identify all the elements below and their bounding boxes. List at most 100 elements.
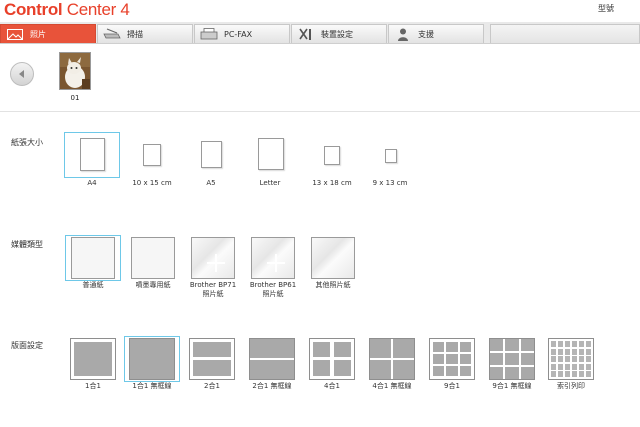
layout-cell [551,356,557,362]
app-logo: Control Center 4 [4,0,130,19]
paper-shape [201,141,222,168]
person-icon [392,27,414,41]
scanner-icon [101,27,123,41]
paper-shape [80,138,105,171]
layout-shape [70,338,116,380]
layout-cell [557,348,564,355]
paper-size-a4[interactable]: A4 [64,132,120,187]
layout-4in1-borderless[interactable]: 4合1 無框線 [364,336,420,390]
layout-cell [446,366,458,376]
layout-cell [74,342,112,376]
media-plain-paper[interactable]: 普通紙 [65,235,121,289]
media-shape [71,237,115,279]
arrow-left-icon [19,70,24,78]
paper-size-a5[interactable]: A5 [183,132,239,187]
layout-cell [578,363,585,370]
media-inkjet-paper[interactable]: 噴墨專用紙 [125,235,181,289]
layout-cell [459,342,471,352]
media-shape [131,237,175,279]
tab-photo[interactable]: 照片 [0,24,96,43]
layout-cell [446,342,458,352]
media-shape [311,237,355,279]
tab-label: 照片 [30,29,46,39]
photo-icon [4,27,26,41]
photo-label: 01 [70,94,80,102]
layout-cell [557,371,564,377]
layout-shape [548,338,594,380]
tools-icon [295,27,317,41]
layout-cell [459,366,471,376]
paper-size-10x15[interactable]: 10 x 15 cm [124,132,180,187]
layout-cell [551,341,557,347]
option-label: 其他照片紙 [315,281,351,289]
layout-cell [433,342,445,352]
tab-pcfax[interactable]: PC-FAX [194,24,290,43]
sparkle-icon [207,254,225,272]
layout-shape [429,338,475,380]
media-other-photo-paper[interactable]: 其他照片紙 [305,235,361,289]
media-type-label: 媒體類型 [11,240,43,249]
layout-cell [505,367,519,379]
tab-support[interactable]: 支援 [388,24,484,43]
divider [0,111,640,112]
layout-cell [130,339,174,379]
option-label: 索引列印 [557,382,585,390]
paper-shape [324,146,340,165]
layout-shape [369,338,415,380]
option-label: 9 x 13 cm [372,179,408,187]
media-bp61-photo-paper[interactable]: Brother BP61 照片紙 [245,235,301,298]
photo-thumbnail[interactable] [59,52,91,90]
sparkle-icon [267,254,285,272]
paper-size-letter[interactable]: Letter [242,132,298,187]
layout-cell [313,360,330,376]
layout-9in1[interactable]: 9合1 [424,336,480,390]
fax-icon [198,27,220,41]
layout-cell [578,348,585,355]
layout-cell [334,342,351,357]
layout-cell [564,371,571,377]
back-button[interactable] [10,62,34,86]
layout-cell [393,360,414,379]
tab-device-settings[interactable]: 裝置設定 [291,24,387,43]
layout-1in1[interactable]: 1合1 [65,336,121,390]
layout-cell [250,339,294,358]
layout-shape [129,338,175,380]
layout-cell [250,360,294,379]
paper-size-label: 紙張大小 [11,138,43,147]
layout-index-print[interactable]: 索引列印 [543,336,599,390]
tab-label: 掃描 [127,29,143,39]
layout-shape [489,338,535,380]
layout-cell [557,356,564,362]
layout-cell [564,341,571,347]
layout-cell [571,363,578,370]
cat-photo-image [60,53,90,89]
layout-cell [571,371,578,377]
layout-2in1[interactable]: 2合1 [184,336,240,390]
paper-size-13x18[interactable]: 13 x 18 cm [304,132,360,187]
layout-9in1-borderless[interactable]: 9合1 無框線 [484,336,540,390]
media-shape [191,237,235,279]
layout-cell [557,363,564,370]
layout-cell [578,356,585,362]
layout-cell [370,360,391,379]
layout-cell [585,371,591,377]
layout-4in1[interactable]: 4合1 [304,336,360,390]
tab-scan[interactable]: 掃描 [97,24,193,43]
layout-cell [585,363,591,370]
layout-cell [578,371,585,377]
layout-2in1-borderless[interactable]: 2合1 無框線 [244,336,300,390]
paper-size-9x13[interactable]: 9 x 13 cm [362,132,418,187]
layout-shape [249,338,295,380]
layout-cell [564,348,571,355]
title-bar: Control Center 4 型號 [0,0,640,22]
media-bp71-photo-paper[interactable]: Brother BP71 照片紙 [185,235,241,298]
tab-label: 支援 [418,29,434,39]
paper-shape [385,149,397,163]
model-button[interactable]: 型號 [598,3,614,14]
layout-cell [520,339,534,351]
layout-1in1-borderless[interactable]: 1合1 無框線 [124,336,180,390]
layout-cell [334,360,351,376]
paper-shape [258,138,284,170]
layout-cell [490,367,504,379]
layout-cell [564,363,571,370]
